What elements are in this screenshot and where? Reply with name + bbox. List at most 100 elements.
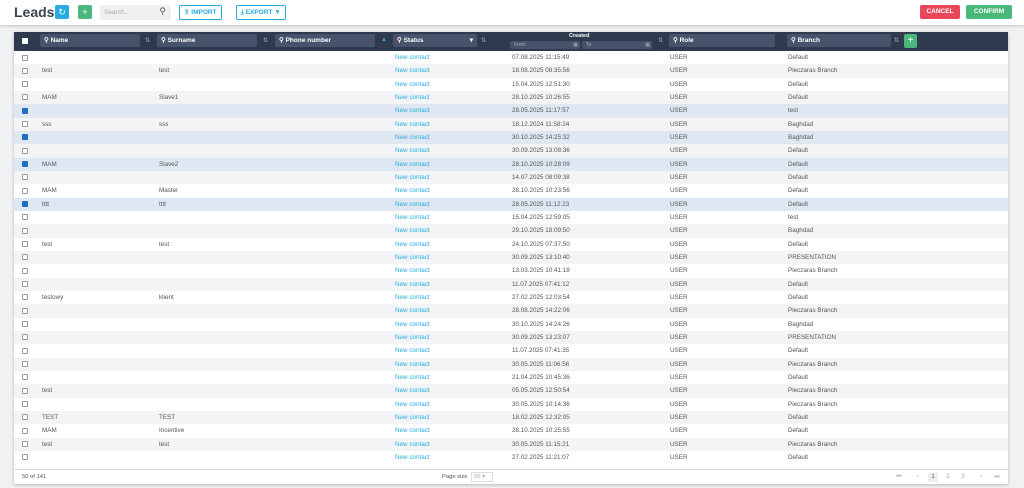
table-row[interactable]: New contact 13.03.2025 10:41:18 USER Piecza… <box>14 264 1008 278</box>
last-page-button[interactable]: ⏭ <box>992 473 1002 482</box>
table-row[interactable]: New contact 15.04.2025 12:51:30 USER Defaul… <box>14 77 1008 91</box>
table-row[interactable]: TEST TEST New contact 18.02.2025 12:32:05 US… <box>14 410 1008 425</box>
sort-icon[interactable]: ⇅ <box>658 37 663 44</box>
table-row[interactable]: New contact 30.05.2025 11:06:56 USER Piecza… <box>14 357 1008 371</box>
row-checkbox[interactable] <box>22 414 28 421</box>
status-cell[interactable]: New contact <box>395 91 430 104</box>
sort-icon[interactable]: ⇅ <box>145 37 150 44</box>
row-checkbox[interactable] <box>22 67 28 74</box>
status-cell[interactable]: New contact <box>395 371 430 384</box>
status-cell[interactable]: New contact <box>395 358 430 371</box>
status-cell[interactable]: New contact <box>395 171 430 184</box>
add-lead-button[interactable]: + <box>78 5 92 19</box>
table-row[interactable]: New contact 27.02.2025 11:21:07 USER Defaul… <box>14 450 1008 465</box>
phone-filter[interactable]: ⚲ Phone number <box>275 34 375 47</box>
sort-icon[interactable]: ⇅ <box>263 37 268 44</box>
calendar-icon[interactable]: ▦ <box>573 41 578 49</box>
table-row[interactable]: New contact 30.10.2025 14:25:32 USER Baghda… <box>14 130 1008 145</box>
status-cell[interactable]: New contact <box>395 438 430 451</box>
row-checkbox[interactable] <box>22 54 28 61</box>
row-checkbox[interactable] <box>22 334 28 341</box>
status-cell[interactable]: New contact <box>395 118 430 131</box>
row-checkbox[interactable] <box>22 427 28 434</box>
page-3-button[interactable]: 3 <box>958 473 968 482</box>
name-filter[interactable]: ⚲ Name <box>40 34 140 47</box>
status-cell[interactable]: New contact <box>395 291 430 304</box>
next-page-button[interactable]: › <box>976 473 986 482</box>
status-filter[interactable]: ⚲ Status ▾ <box>393 34 477 47</box>
table-row[interactable]: testowy klient New contact 27.02.2025 12:03… <box>14 290 1008 305</box>
row-checkbox[interactable] <box>22 147 28 154</box>
calendar-icon[interactable]: ▦ <box>645 41 650 49</box>
table-row[interactable]: test New contact 05.05.2025 12:50:54 USER Pi… <box>14 384 1008 398</box>
table-row[interactable]: New contact 14.07.2025 08:09:38 USER Defaul… <box>14 170 1008 185</box>
status-cell[interactable]: New contact <box>395 238 430 251</box>
status-cell[interactable]: New contact <box>395 451 430 464</box>
status-cell[interactable]: New contact <box>395 64 430 77</box>
table-row[interactable]: New contact 30.10.2025 14:24:26 USER Baghda… <box>14 317 1008 331</box>
row-checkbox[interactable] <box>22 374 28 381</box>
table-row[interactable]: New contact 30.09.2025 13:23:07 USER PRESEN… <box>14 330 1008 345</box>
row-checkbox[interactable] <box>22 107 28 114</box>
table-row[interactable]: New contact 28.05.2025 11:17:57 USER test <box>14 104 1008 118</box>
branch-filter[interactable]: ⚲ Branch <box>787 34 891 47</box>
export-button[interactable]: ⤓ EXPORT ▼ <box>236 5 286 20</box>
row-checkbox[interactable] <box>22 227 28 234</box>
prev-page-button[interactable]: ‹ <box>913 473 923 482</box>
row-checkbox[interactable] <box>22 254 28 261</box>
status-cell[interactable]: New contact <box>395 144 430 157</box>
status-cell[interactable]: New contact <box>395 131 430 144</box>
status-cell[interactable]: New contact <box>395 304 430 317</box>
row-checkbox[interactable] <box>22 361 28 368</box>
status-cell[interactable]: New contact <box>395 51 430 64</box>
row-checkbox[interactable] <box>22 241 28 248</box>
import-button[interactable]: ⇪ IMPORT <box>179 5 222 20</box>
status-cell[interactable]: New contact <box>395 278 430 291</box>
created-from-input[interactable]: From ▦ <box>510 41 580 49</box>
select-all-checkbox[interactable] <box>22 38 28 44</box>
table-row[interactable]: New contact 30.09.2025 13:08:36 USER Defaul… <box>14 144 1008 158</box>
cancel-button[interactable]: CANCEL <box>920 5 960 19</box>
sort-asc-icon[interactable]: ▲ <box>381 37 387 43</box>
table-row[interactable]: New contact 07.08.2025 11:15:49 USER Defaul… <box>14 51 1008 65</box>
row-checkbox[interactable] <box>22 321 28 328</box>
status-cell[interactable]: New contact <box>395 211 430 224</box>
page-1-button[interactable]: 1 <box>928 473 938 482</box>
row-checkbox[interactable] <box>22 161 28 168</box>
table-row[interactable]: test test New contact 24.10.2025 07:37:50 US… <box>14 237 1008 251</box>
status-cell[interactable]: New contact <box>395 264 430 277</box>
table-row[interactable]: MAM Slave1 New contact 28.10.2025 10:26:55 U… <box>14 90 1008 105</box>
status-cell[interactable]: New contact <box>395 158 430 171</box>
status-cell[interactable]: New contact <box>395 104 430 117</box>
row-checkbox[interactable] <box>22 294 28 301</box>
status-cell[interactable]: New contact <box>395 224 430 237</box>
row-checkbox[interactable] <box>22 267 28 274</box>
row-checkbox[interactable] <box>22 441 28 448</box>
sort-icon[interactable]: ⇅ <box>481 37 486 44</box>
table-row[interactable]: test test New contact 18.08.2025 08:35:56 US… <box>14 64 1008 78</box>
table-row[interactable]: New contact 29.10.2025 18:09:50 USER Baghda… <box>14 224 1008 238</box>
row-checkbox[interactable] <box>22 81 28 88</box>
sort-icon[interactable]: ⇅ <box>894 37 899 44</box>
table-row[interactable]: MAM Master New contact 28.10.2025 10:23:56 U… <box>14 184 1008 198</box>
table-row[interactable]: New contact 30.05.2025 10:14:36 USER Piecza… <box>14 397 1008 411</box>
status-cell[interactable]: New contact <box>395 184 430 197</box>
row-checkbox[interactable] <box>22 281 28 288</box>
page-size-select[interactable]: 50 ▾ <box>471 472 493 482</box>
table-row[interactable]: MAM Incentive New contact 28.10.2025 10:25:… <box>14 424 1008 438</box>
table-row[interactable]: New contact 30.09.2025 13:10:40 USER PRESEN… <box>14 250 1008 265</box>
table-row[interactable]: New contact 28.08.2025 14:22:06 USER Piecza… <box>14 304 1008 318</box>
status-cell[interactable]: New contact <box>395 398 430 411</box>
row-checkbox[interactable] <box>22 454 28 461</box>
table-row[interactable]: tttt tttt New contact 28.05.2025 11:12:23 US… <box>14 197 1008 211</box>
role-filter[interactable]: ⚲ Role <box>669 34 775 47</box>
table-row[interactable]: MAM Slave2 New contact 28.10.2025 10:28:09 U… <box>14 157 1008 171</box>
table-row[interactable]: New contact 21.04.2025 10:45:36 USER Defaul… <box>14 370 1008 385</box>
status-cell[interactable]: New contact <box>395 331 430 344</box>
first-page-button[interactable]: ⏮ <box>894 473 904 482</box>
status-cell[interactable]: New contact <box>395 318 430 331</box>
status-cell[interactable]: New contact <box>395 424 430 437</box>
search-input[interactable]: Search... ⚲ <box>100 5 171 20</box>
table-row[interactable]: New contact 11.07.2025 07:41:12 USER Defaul… <box>14 277 1008 291</box>
status-cell[interactable]: New contact <box>395 411 430 424</box>
